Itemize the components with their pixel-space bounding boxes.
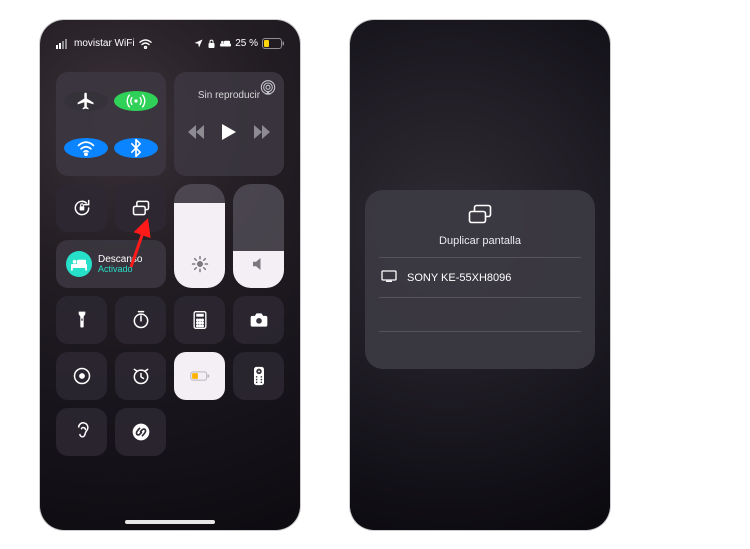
control-center: Sin reproducir <box>56 72 284 456</box>
screen-mirroring-button[interactable] <box>115 184 166 232</box>
apple-tv-remote-button[interactable] <box>233 352 284 400</box>
calculator-button[interactable] <box>174 296 225 344</box>
volume-icon <box>250 255 268 278</box>
battery-icon <box>262 38 284 49</box>
bed-icon <box>66 251 92 277</box>
airplane-mode-toggle[interactable] <box>64 91 108 111</box>
screen-mirroring-panel: Duplicar pantalla SONY KE-55XH8096 <box>365 190 595 369</box>
volume-slider[interactable] <box>233 184 284 288</box>
location-icon <box>194 39 203 48</box>
orientation-lock-button[interactable] <box>56 184 107 232</box>
screen-mirroring-title: Duplicar pantalla <box>439 235 521 247</box>
rewind-icon[interactable] <box>188 125 204 144</box>
carrier-label: movistar WiFi <box>74 38 135 49</box>
timer-button[interactable] <box>115 296 166 344</box>
shazam-button[interactable] <box>115 408 166 456</box>
rotation-lock-status-icon <box>207 39 216 49</box>
wifi-icon <box>139 39 152 49</box>
bluetooth-toggle[interactable] <box>114 138 158 158</box>
mirror-empty-row <box>379 297 581 331</box>
brightness-icon <box>191 255 209 278</box>
camera-button[interactable] <box>233 296 284 344</box>
forward-icon[interactable] <box>254 125 270 144</box>
play-icon[interactable] <box>222 124 236 145</box>
brightness-slider[interactable] <box>174 184 225 288</box>
airplay-icon[interactable] <box>260 80 276 101</box>
focus-button[interactable]: Descanso Activado <box>56 240 166 288</box>
focus-name: Descanso <box>98 254 142 265</box>
cellular-data-toggle[interactable] <box>114 91 158 111</box>
screen-mirroring-icon <box>468 204 492 229</box>
phone-mirror-panel: Duplicar pantalla SONY KE-55XH8096 <box>350 20 610 530</box>
signal-icon <box>56 39 70 49</box>
tv-icon <box>381 270 397 285</box>
mirror-device-row[interactable]: SONY KE-55XH8096 <box>379 257 581 297</box>
hearing-button[interactable] <box>56 408 107 456</box>
low-power-mode-button[interactable] <box>174 352 225 400</box>
alarm-button[interactable] <box>115 352 166 400</box>
status-bar: movistar WiFi 25 % <box>40 38 300 49</box>
home-indicator[interactable] <box>125 520 215 524</box>
now-playing-label: Sin reproducir <box>198 90 260 101</box>
connectivity-group[interactable] <box>56 72 166 176</box>
screen-record-button[interactable] <box>56 352 107 400</box>
bed-status-icon <box>220 39 231 48</box>
flashlight-button[interactable] <box>56 296 107 344</box>
wifi-toggle[interactable] <box>64 138 108 158</box>
phone-control-center: movistar WiFi 25 % <box>40 20 300 530</box>
mirror-empty-row <box>379 331 581 365</box>
battery-percent: 25 % <box>235 38 258 49</box>
mirror-device-name: SONY KE-55XH8096 <box>407 272 511 284</box>
focus-state: Activado <box>98 265 142 275</box>
media-controls[interactable]: Sin reproducir <box>174 72 284 176</box>
